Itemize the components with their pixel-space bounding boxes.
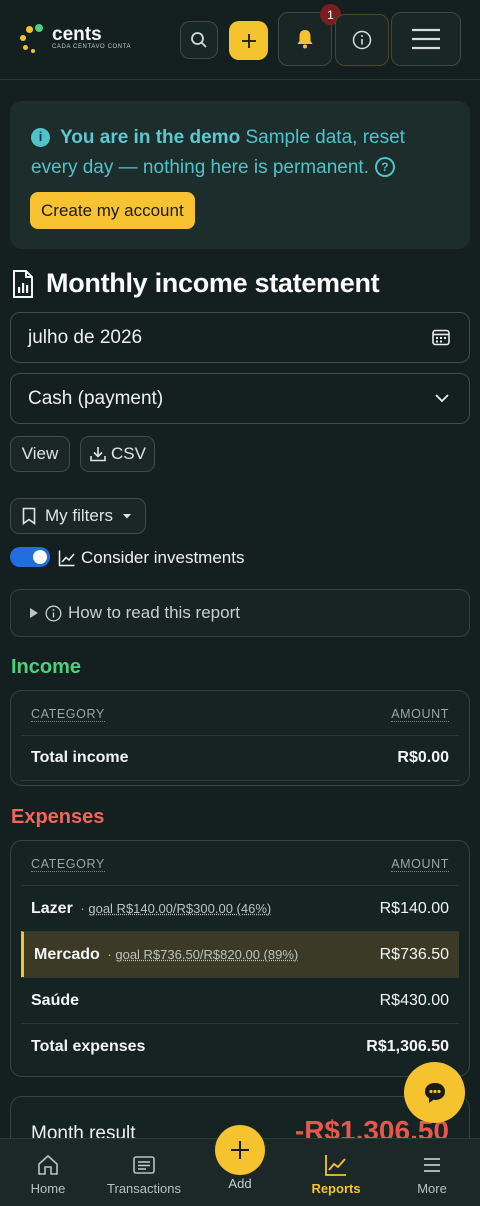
income-col-amount[interactable]: AMOUNT [391, 707, 449, 722]
expense-amount: R$140.00 [379, 899, 449, 917]
expenses-table-header: CATEGORY AMOUNT [31, 857, 449, 872]
plus-icon [231, 1141, 249, 1159]
download-icon [90, 447, 106, 462]
investments-label: Consider investments [81, 548, 245, 567]
page-title: Monthly income statement [46, 268, 380, 298]
view-button[interactable]: View [10, 436, 70, 472]
nav-transactions[interactable]: Transactions [96, 1153, 192, 1196]
help-icon[interactable]: ? [374, 157, 395, 177]
caret-down-icon [123, 514, 131, 519]
nav-more-label: More [417, 1181, 447, 1196]
expense-goal-text[interactable]: goal R$736.50/R$820.00 (89%) [115, 947, 298, 962]
income-col-category[interactable]: CATEGORY [31, 707, 105, 722]
expenses-total-row: Total expenses R$1,306.50 [21, 1023, 459, 1069]
bell-icon [297, 30, 313, 49]
logo-dots-icon [20, 24, 48, 56]
expense-goal: · goal R$140.00/R$300.00 (46%) [76, 900, 272, 916]
calendar-icon [432, 329, 450, 346]
expense-name: Mercado [34, 945, 100, 963]
demo-banner-text: i You are in the demo Sample data, reset … [31, 123, 451, 183]
my-filters-dropdown[interactable]: My filters [10, 498, 146, 534]
table-row[interactable]: Lazer · goal R$140.00/R$300.00 (46%) R$1… [21, 885, 459, 931]
cents-logo[interactable]: cents CADA CENTAVO CONTA [20, 22, 140, 58]
expense-category: Lazer · goal R$140.00/R$300.00 (46%) [31, 900, 271, 918]
nav-add-label: Add [228, 1176, 252, 1191]
nav-more[interactable]: More [384, 1153, 480, 1196]
hamburger-icon [412, 28, 440, 50]
income-table: CATEGORY AMOUNT Total income R$0.00 [10, 690, 470, 786]
table-row[interactable]: Mercado · goal R$736.50/R$820.00 (89%) R… [21, 931, 459, 977]
chat-fab-button[interactable] [404, 1062, 465, 1123]
receipt-list-icon [133, 1156, 155, 1174]
bookmark-icon [22, 507, 36, 525]
basis-select[interactable]: Cash (payment) [10, 373, 470, 424]
csv-export-button[interactable]: CSV [80, 436, 155, 472]
nav-home-label: Home [30, 1181, 66, 1196]
triangle-right-icon [30, 608, 38, 618]
demo-banner: i You are in the demo Sample data, reset … [10, 101, 470, 249]
expense-name: Lazer [31, 899, 73, 917]
expense-goal-text[interactable]: goal R$140.00/R$300.00 (46%) [88, 901, 271, 916]
expense-amount: R$736.50 [379, 945, 449, 963]
chat-bubble-icon [424, 1082, 445, 1103]
expenses-total-label: Total expenses [31, 1037, 146, 1055]
chart-trend-icon [325, 1155, 346, 1176]
month-picker[interactable]: julho de 2026 [10, 312, 470, 363]
expense-goal: · goal R$736.50/R$820.00 (89%) [103, 946, 299, 962]
investments-toggle-label: Consider investments [58, 548, 244, 568]
info-icon [352, 30, 372, 50]
nav-reports-label: Reports [311, 1181, 361, 1196]
hamburger-icon [424, 1158, 440, 1172]
trend-chart-icon [58, 550, 75, 567]
brand-tagline: CADA CENTAVO CONTA [52, 44, 132, 50]
expenses-col-amount[interactable]: AMOUNT [391, 857, 449, 872]
nav-transactions-label: Transactions [107, 1181, 181, 1196]
how-to-read-disclosure[interactable]: How to read this report [10, 589, 470, 637]
nav-reports[interactable]: Reports [288, 1153, 384, 1196]
expenses-section-title: Expenses [11, 806, 105, 828]
chevron-down-icon [435, 394, 449, 403]
table-row[interactable]: Saúde R$430.00 [21, 977, 459, 1023]
demo-banner-bold: You are in the demo [60, 127, 241, 148]
quick-add-button[interactable] [229, 21, 268, 60]
month-value: julho de 2026 [28, 326, 143, 348]
expenses-table: CATEGORY AMOUNT Lazer · goal R$140.00/R$… [10, 840, 470, 1077]
my-filters-label: My filters [45, 506, 113, 525]
nav-home[interactable]: Home [0, 1153, 96, 1196]
search-button[interactable] [180, 21, 218, 59]
info-icon [45, 605, 62, 621]
home-icon [38, 1154, 58, 1175]
how-to-read-label: How to read this report [68, 603, 240, 622]
info-button[interactable] [335, 14, 389, 66]
top-bar: cents CADA CENTAVO CONTA 1 [0, 0, 480, 80]
expense-category: Mercado · goal R$736.50/R$820.00 (89%) [34, 946, 298, 964]
info-circle-icon: i [31, 127, 50, 147]
report-document-icon [13, 270, 33, 298]
investments-toggle[interactable] [10, 547, 50, 567]
search-icon [191, 32, 207, 48]
income-total-value: R$0.00 [397, 749, 449, 766]
income-total-label: Total income [31, 749, 129, 766]
income-total-row: Total income R$0.00 [21, 735, 459, 781]
create-account-button[interactable]: Create my account [30, 192, 195, 229]
expenses-col-category[interactable]: CATEGORY [31, 857, 105, 872]
expense-name: Saúde [31, 991, 80, 1009]
plus-icon [241, 33, 256, 48]
income-table-header: CATEGORY AMOUNT [31, 707, 449, 722]
basis-value: Cash (payment) [28, 387, 164, 409]
expenses-total-value: R$1,306.50 [366, 1037, 449, 1055]
income-section-title: Income [11, 656, 82, 678]
menu-button[interactable] [391, 12, 461, 66]
brand-name: cents [52, 24, 102, 45]
nav-add-button[interactable] [215, 1125, 265, 1175]
csv-label: CSV [111, 444, 146, 463]
expense-amount: R$430.00 [379, 991, 449, 1009]
